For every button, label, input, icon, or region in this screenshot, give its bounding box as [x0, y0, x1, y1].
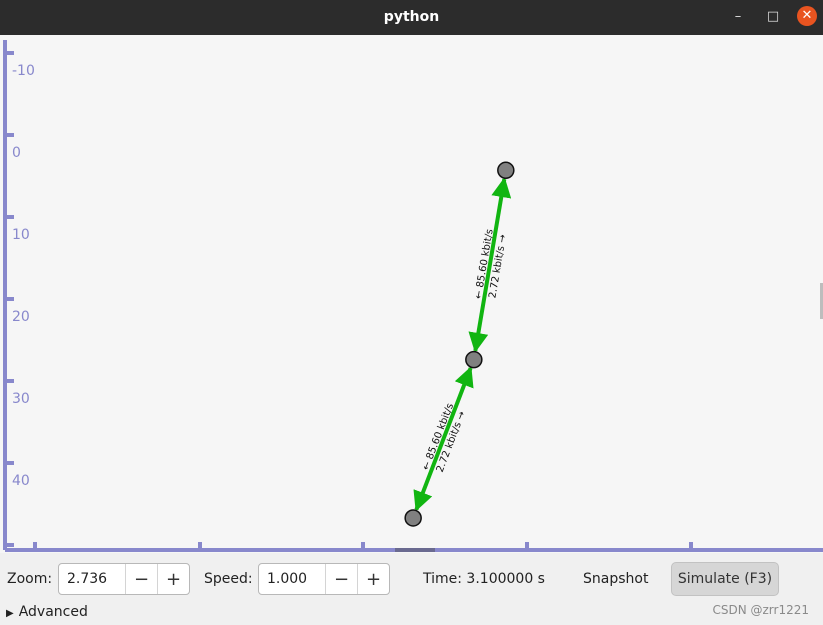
- y-tick-label: 20: [12, 309, 30, 325]
- topology-view[interactable]: -10010203040502.72 kbit/s →← 85.60 kbit/…: [0, 35, 823, 553]
- zoom-label: Zoom:: [7, 571, 53, 587]
- y-tick-label: 0: [12, 145, 21, 161]
- window-title: python: [383, 9, 440, 25]
- node[interactable]: [497, 161, 515, 180]
- y-tick-label: 30: [12, 391, 30, 407]
- zoom-increment-button[interactable]: +: [157, 564, 189, 594]
- title-bar: python – □ ✕: [0, 0, 823, 35]
- speed-label: Speed:: [204, 571, 253, 587]
- watermark: CSDN @zrr1221: [712, 603, 809, 617]
- zoom-decrement-button[interactable]: −: [125, 564, 157, 594]
- y-tick-label: 10: [12, 227, 30, 243]
- simulation-canvas[interactable]: -10010203040502.72 kbit/s →← 85.60 kbit/…: [0, 35, 823, 553]
- y-tick-label: 40: [12, 473, 30, 489]
- speed-decrement-button[interactable]: −: [325, 564, 357, 594]
- speed-spinner[interactable]: − +: [258, 563, 390, 595]
- maximize-button[interactable]: □: [762, 6, 784, 28]
- node[interactable]: [404, 509, 422, 527]
- advanced-expander[interactable]: ▶ Advanced: [6, 604, 88, 620]
- speed-increment-button[interactable]: +: [357, 564, 389, 594]
- zoom-spinner[interactable]: − +: [58, 563, 190, 595]
- toolbar: Zoom: − + Speed: − + Time: 3.100000 s Sn…: [0, 553, 823, 603]
- minimize-button[interactable]: –: [727, 6, 749, 28]
- zoom-input[interactable]: [59, 564, 125, 594]
- snapshot-button[interactable]: Snapshot: [583, 571, 648, 587]
- close-button[interactable]: ✕: [797, 6, 817, 26]
- node[interactable]: [465, 350, 483, 369]
- speed-input[interactable]: [259, 564, 325, 594]
- y-tick-label: -10: [12, 63, 35, 79]
- simulation-time: Time: 3.100000 s: [423, 571, 545, 587]
- simulate-button[interactable]: Simulate (F3): [671, 562, 779, 596]
- advanced-label: Advanced: [18, 604, 88, 620]
- expander-arrow-icon: ▶: [6, 608, 14, 619]
